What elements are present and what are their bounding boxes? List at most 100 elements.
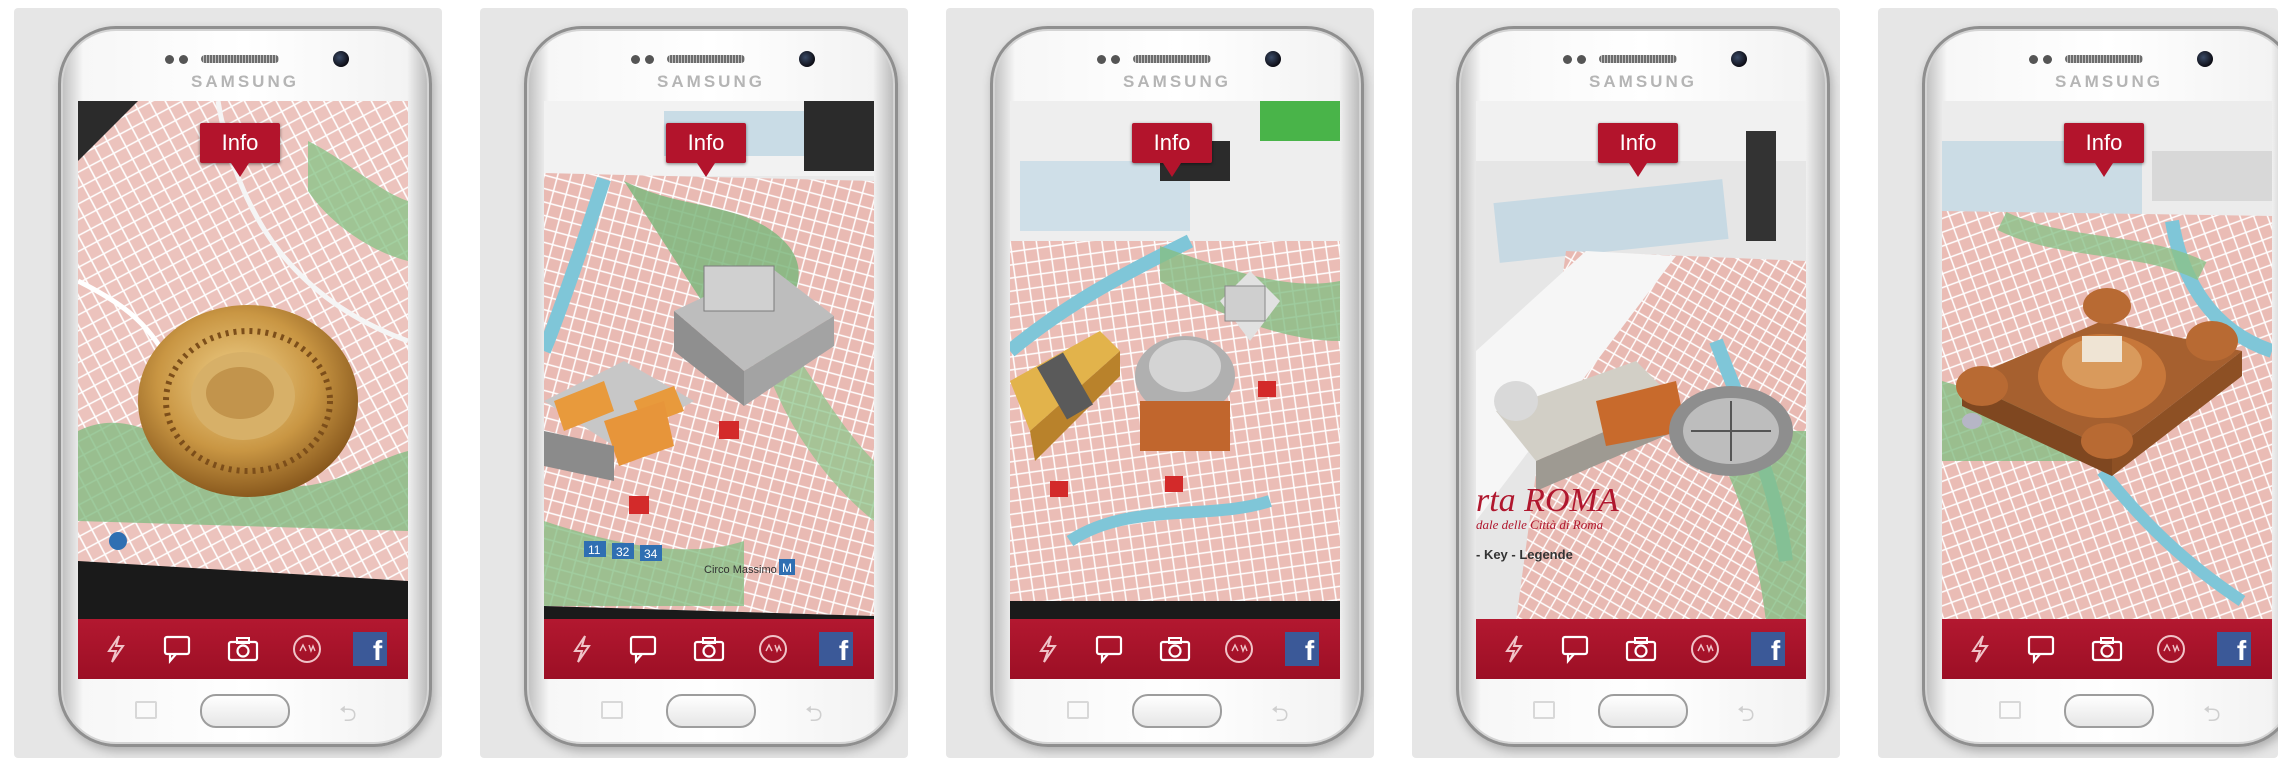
back-icon[interactable]: ⮌ (1737, 697, 1755, 735)
chat-button[interactable] (622, 626, 668, 672)
info-label: Info (2064, 123, 2144, 163)
facebook-icon: f (353, 632, 388, 666)
flash-button[interactable] (1025, 626, 1071, 672)
earpiece-speaker (1599, 55, 1677, 63)
earpiece-speaker (2065, 55, 2143, 63)
brand-logo: SAMSUNG (1589, 72, 1697, 91)
metro-label: M (782, 561, 792, 575)
chat-button[interactable] (1088, 626, 1134, 672)
screenshot-panel-1: SAMSUNG Info f ⮌ (14, 8, 442, 758)
sensor (179, 55, 188, 64)
aw-icon (2156, 635, 2185, 663)
app-screen: Info f (1010, 101, 1340, 679)
flash-button[interactable] (559, 626, 605, 672)
flash-icon (1504, 635, 1523, 663)
ar-camera-view: rta ROMA dale delle Città di Roma - Key … (1476, 101, 1806, 679)
back-icon[interactable]: ⮌ (339, 697, 357, 735)
screenshot-panel-4: SAMSUNG rta ROMA dale delle Città di Rom… (1412, 8, 1840, 758)
camera-icon (1159, 637, 1191, 662)
chat-button[interactable] (1554, 626, 1600, 672)
phone-frame: SAMSUNG (58, 26, 432, 747)
info-pointer (1629, 163, 1647, 177)
flash-button[interactable] (1957, 626, 2003, 672)
app-screen: 11 32 34 Circo Massimo M Info f (544, 101, 874, 679)
facebook-share-button[interactable]: f (813, 626, 859, 672)
bus-line-label: 32 (616, 545, 630, 559)
facebook-share-button[interactable]: f (2211, 626, 2257, 672)
camera-icon (2091, 637, 2123, 662)
back-icon[interactable]: ⮌ (1271, 697, 1289, 735)
aw-button[interactable] (284, 626, 330, 672)
info-button[interactable]: Info (1598, 123, 1678, 177)
camera-button[interactable] (1618, 626, 1664, 672)
home-button[interactable] (2064, 694, 2154, 728)
camera-button[interactable] (220, 626, 266, 672)
camera-button[interactable] (2084, 626, 2130, 672)
info-button[interactable]: Info (2064, 123, 2144, 177)
sensor (1111, 55, 1120, 64)
chat-button[interactable] (156, 626, 202, 672)
camera-button[interactable] (1152, 626, 1198, 672)
back-icon[interactable]: ⮌ (2203, 697, 2221, 735)
facebook-share-button[interactable]: f (347, 626, 393, 672)
info-pointer (2095, 163, 2113, 177)
brand-logo: SAMSUNG (191, 72, 299, 91)
flash-icon (1970, 635, 1989, 663)
front-camera (1731, 51, 1747, 67)
info-label: Info (666, 123, 746, 163)
bus-line-label: 34 (644, 547, 658, 561)
aw-button[interactable] (1682, 626, 1728, 672)
camera-icon (693, 637, 725, 662)
recent-apps-button[interactable] (135, 701, 157, 719)
recent-apps-button[interactable] (1999, 701, 2021, 719)
sensor (1097, 55, 1106, 64)
home-button[interactable] (200, 694, 290, 728)
back-icon[interactable]: ⮌ (805, 697, 823, 735)
app-screen: rta ROMA dale delle Città di Roma - Key … (1476, 101, 1806, 679)
sensor (2043, 55, 2052, 64)
facebook-icon: f (1285, 632, 1320, 666)
info-button[interactable]: Info (1132, 123, 1212, 177)
brand-logo: SAMSUNG (1123, 72, 1231, 91)
recent-apps-button[interactable] (601, 701, 623, 719)
chat-icon (164, 635, 191, 664)
bottom-toolbar: f (1942, 619, 2272, 679)
chat-button[interactable] (2020, 626, 2066, 672)
sensor (645, 55, 654, 64)
facebook-icon: f (2217, 632, 2252, 666)
phone-frame: SAMSUNG (990, 26, 1364, 747)
flash-button[interactable] (93, 626, 139, 672)
earpiece-speaker (667, 55, 745, 63)
home-button[interactable] (666, 694, 756, 728)
sensor (1563, 55, 1572, 64)
aw-button[interactable] (2148, 626, 2194, 672)
aw-icon (758, 635, 787, 663)
bus-line-label: 11 (588, 543, 601, 557)
chat-icon (1096, 635, 1123, 664)
info-button[interactable]: Info (200, 123, 280, 177)
bottom-toolbar: f (544, 619, 874, 679)
home-button[interactable] (1598, 694, 1688, 728)
phone-frame: SAMSUNG (1456, 26, 1830, 747)
flash-icon (1038, 635, 1057, 663)
chat-icon (1562, 635, 1589, 664)
info-pointer (1163, 163, 1181, 177)
info-pointer (231, 163, 249, 177)
screenshot-panel-5: SAMSUNG Info f ⮌ (1878, 8, 2278, 758)
place-label: Circo Massimo (704, 564, 777, 576)
camera-button[interactable] (686, 626, 732, 672)
home-button[interactable] (1132, 694, 1222, 728)
flash-button[interactable] (1491, 626, 1537, 672)
recent-apps-button[interactable] (1533, 701, 1555, 719)
facebook-share-button[interactable]: f (1279, 626, 1325, 672)
aw-icon (1690, 635, 1719, 663)
aw-button[interactable] (750, 626, 796, 672)
phone-frame: SAMSUNG (524, 26, 898, 747)
info-button[interactable]: Info (666, 123, 746, 177)
ar-camera-view: 11 32 34 Circo Massimo M (544, 101, 874, 679)
recent-apps-button[interactable] (1067, 701, 1089, 719)
facebook-share-button[interactable]: f (1745, 626, 1791, 672)
bottom-toolbar: f (1476, 619, 1806, 679)
aw-button[interactable] (1216, 626, 1262, 672)
info-pointer (697, 163, 715, 177)
